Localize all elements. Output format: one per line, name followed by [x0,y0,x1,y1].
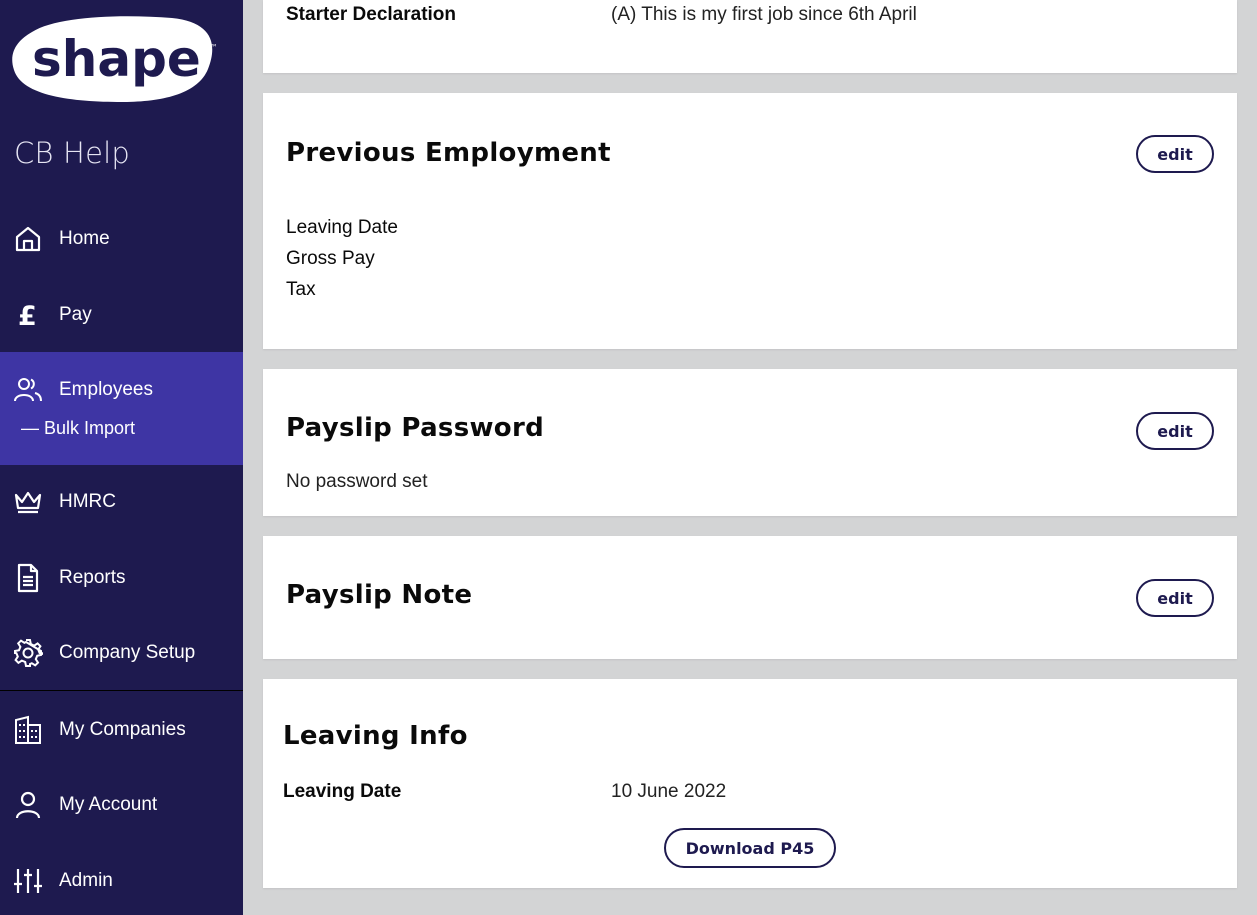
leaving-info-title: Leaving Info [283,721,468,751]
sidebar-item-employees[interactable]: Employees [0,365,243,415]
leaving-info-card: Leaving Info Leaving Date 10 June 2022 D… [263,679,1237,888]
sliders-icon [13,866,43,896]
payslip-password-card: Payslip Password edit No password set [263,369,1237,516]
sidebar-subitem-bulk-import[interactable]: — Bulk Import [21,418,135,439]
sidebar-divider [0,690,243,691]
pound-icon: £ [13,300,43,330]
logo-text: shape [32,30,201,88]
document-icon [13,563,43,593]
home-icon [13,224,43,254]
sidebar-item-home[interactable]: Home [0,214,243,264]
sidebar-item-label: Home [59,228,110,249]
sidebar-item-admin[interactable]: Admin [0,856,243,906]
sidebar-item-my-companies[interactable]: My Companies [0,705,243,755]
starter-value: (A) This is my first job since 6th April [611,4,917,25]
sidebar-item-label: My Companies [59,719,186,740]
building-icon [13,715,43,745]
sidebar: shape ™ CB Help Home £ Pay Employees — B… [0,0,243,915]
sidebar-item-label: My Account [59,794,158,815]
user-icon [13,790,43,820]
row-gross-pay: Gross Pay [286,248,375,269]
app-brand: CB Help [14,136,130,170]
download-p45-button[interactable]: Download P45 [664,828,836,868]
sidebar-item-label: Admin [59,870,113,891]
sidebar-item-reports[interactable]: Reports [0,553,243,603]
sidebar-item-label: Pay [59,304,92,325]
sidebar-item-label: Employees [59,379,153,400]
payslip-password-title: Payslip Password [286,413,544,443]
crown-icon [13,487,43,517]
sidebar-item-label: Reports [59,567,126,588]
edit-previous-employment-button[interactable]: edit [1136,135,1214,173]
edit-payslip-password-button[interactable]: edit [1136,412,1214,450]
shape-logo[interactable]: shape ™ [12,14,216,104]
sidebar-item-label: Company Setup [59,642,196,663]
sidebar-item-pay[interactable]: £ Pay [0,290,243,340]
password-status-text: No password set [286,471,428,492]
previous-employment-card: Previous Employment edit Leaving Date Gr… [263,93,1237,349]
starter-label: Starter Declaration [286,4,457,25]
row-tax: Tax [286,279,316,300]
gear-icon [13,638,43,668]
leaving-date-label: Leaving Date [283,781,402,802]
sidebar-item-label: HMRC [59,491,116,512]
payslip-note-title: Payslip Note [286,580,473,610]
people-icon [13,375,43,405]
previous-employment-title: Previous Employment [286,138,611,168]
payslip-note-card: Payslip Note edit [263,536,1237,659]
leaving-date-value: 10 June 2022 [611,781,727,802]
svg-text:£: £ [18,301,37,329]
sidebar-item-hmrc[interactable]: HMRC [0,477,243,527]
sidebar-item-company-setup[interactable]: Company Setup [0,628,243,678]
edit-payslip-note-button[interactable]: edit [1136,579,1214,617]
starter-card: Starter Declaration (A) This is my first… [263,0,1237,73]
row-leaving-date: Leaving Date [286,217,398,238]
sidebar-item-my-account[interactable]: My Account [0,780,243,830]
logo-tm: ™ [210,43,216,52]
